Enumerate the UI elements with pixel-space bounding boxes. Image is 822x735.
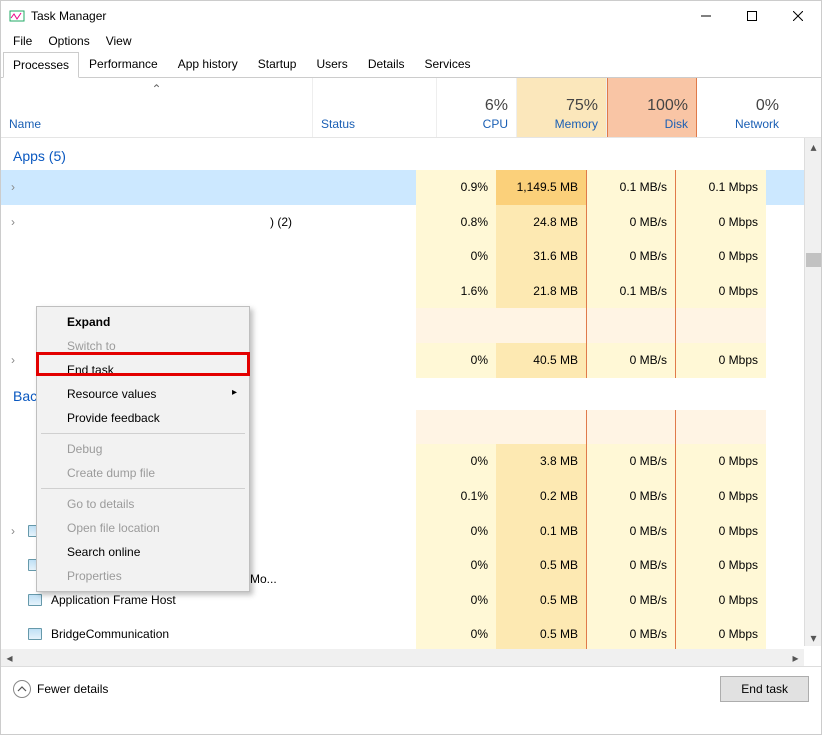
app-icon bbox=[25, 628, 45, 640]
column-header-cpu[interactable]: 6% CPU bbox=[437, 78, 517, 137]
expand-icon[interactable] bbox=[1, 249, 25, 263]
context-expand[interactable]: Expand bbox=[39, 310, 247, 334]
scroll-right-icon[interactable]: ▸ bbox=[787, 649, 804, 666]
table-row[interactable]: 0% 31.6 MB 0 MB/s 0 Mbps bbox=[1, 239, 821, 274]
task-manager-icon bbox=[9, 8, 25, 24]
scroll-left-icon[interactable]: ◂ bbox=[1, 649, 18, 666]
tab-startup[interactable]: Startup bbox=[248, 51, 307, 77]
context-properties: Properties bbox=[39, 564, 247, 588]
end-task-button[interactable]: End task bbox=[720, 676, 809, 702]
sort-caret-icon: ⌃ bbox=[151, 82, 161, 96]
vertical-scrollbar[interactable]: ▴ ▾ bbox=[804, 138, 821, 646]
tab-app-history[interactable]: App history bbox=[168, 51, 248, 77]
column-header-status[interactable]: Status bbox=[313, 78, 437, 137]
column-headers: ⌃ Name Status 6% CPU 75% Memory 100% Dis… bbox=[1, 78, 821, 138]
column-header-disk[interactable]: 100% Disk bbox=[607, 78, 697, 137]
minimize-button[interactable] bbox=[683, 1, 729, 31]
fewer-details-button[interactable]: Fewer details bbox=[13, 680, 108, 698]
menu-view[interactable]: View bbox=[98, 32, 140, 50]
context-provide-feedback[interactable]: Provide feedback bbox=[39, 406, 247, 430]
menu-options[interactable]: Options bbox=[40, 32, 97, 50]
tab-services[interactable]: Services bbox=[415, 51, 481, 77]
menu-separator bbox=[41, 488, 245, 489]
expand-icon[interactable]: › bbox=[1, 215, 25, 229]
context-switch-to: Switch to bbox=[39, 334, 247, 358]
context-go-to-details: Go to details bbox=[39, 492, 247, 516]
window-title: Task Manager bbox=[31, 9, 106, 23]
chevron-up-icon bbox=[13, 680, 31, 698]
table-row[interactable]: BridgeCommunication 0% 0.5 MB 0 MB/s 0 M… bbox=[1, 617, 821, 652]
tab-performance[interactable]: Performance bbox=[79, 51, 168, 77]
context-resource-values[interactable]: Resource values▸ bbox=[39, 382, 247, 406]
tab-processes[interactable]: Processes bbox=[3, 52, 79, 78]
process-table: ⌃ Name Status 6% CPU 75% Memory 100% Dis… bbox=[1, 78, 821, 666]
scroll-thumb[interactable] bbox=[806, 253, 821, 267]
maximize-button[interactable] bbox=[729, 1, 775, 31]
group-header-apps[interactable]: Apps (5) bbox=[1, 138, 821, 170]
context-end-task[interactable]: End task bbox=[39, 358, 247, 382]
table-row[interactable]: › XXXXXXXXXXXXXXXXXXXXXXXXXXXX) (2) 0.8%… bbox=[1, 205, 821, 240]
app-icon bbox=[25, 594, 45, 606]
context-debug: Debug bbox=[39, 437, 247, 461]
tab-details[interactable]: Details bbox=[358, 51, 415, 77]
app-icon bbox=[25, 180, 45, 194]
footer: Fewer details End task bbox=[1, 666, 821, 711]
context-create-dump: Create dump file bbox=[39, 461, 247, 485]
column-header-name[interactable]: ⌃ Name bbox=[1, 78, 313, 137]
truncated-name: Mo... bbox=[250, 572, 277, 586]
menu-separator bbox=[41, 433, 245, 434]
window-controls bbox=[683, 1, 821, 31]
expand-icon[interactable]: › bbox=[1, 353, 25, 367]
scroll-up-icon[interactable]: ▴ bbox=[805, 138, 821, 155]
expand-icon[interactable] bbox=[1, 284, 25, 298]
context-menu: Expand Switch to End task Resource value… bbox=[36, 306, 250, 592]
chevron-right-icon: ▸ bbox=[232, 387, 237, 398]
app-icon bbox=[25, 215, 34, 229]
horizontal-scrollbar[interactable]: ◂ ▸ bbox=[1, 649, 804, 666]
scroll-down-icon[interactable]: ▾ bbox=[805, 629, 821, 646]
column-header-network[interactable]: 0% Network bbox=[697, 78, 787, 137]
table-row[interactable]: 1.6% 21.8 MB 0.1 MB/s 0 Mbps bbox=[1, 274, 821, 309]
context-search-online[interactable]: Search online bbox=[39, 540, 247, 564]
menu-file[interactable]: File bbox=[5, 32, 40, 50]
tab-users[interactable]: Users bbox=[306, 51, 357, 77]
tab-bar: Processes Performance App history Startu… bbox=[1, 51, 821, 78]
close-button[interactable] bbox=[775, 1, 821, 31]
expand-icon[interactable]: › bbox=[1, 524, 25, 538]
column-header-memory[interactable]: 75% Memory bbox=[517, 78, 607, 137]
titlebar: Task Manager bbox=[1, 1, 821, 31]
table-row[interactable]: › 0.9% 1,149.5 MB 0.1 MB/s 0.1 Mbps bbox=[1, 170, 821, 205]
menu-bar: File Options View bbox=[1, 31, 821, 51]
context-open-file-location: Open file location bbox=[39, 516, 247, 540]
expand-icon[interactable]: › bbox=[1, 180, 25, 194]
